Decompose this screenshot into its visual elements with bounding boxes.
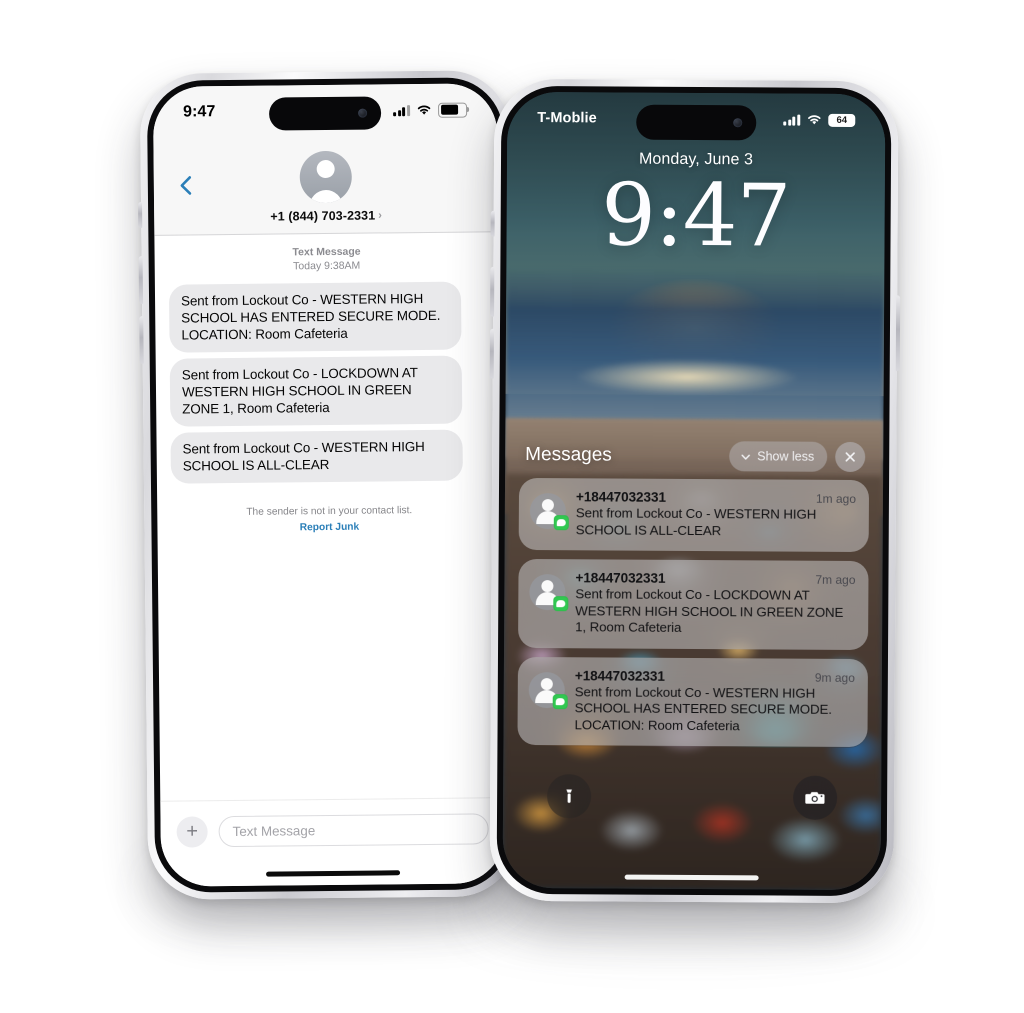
front-camera-icon-right (733, 118, 743, 128)
lock-screen-clock: 9:47 (600, 165, 791, 267)
message-bubble[interactable]: Sent from Lockout Co - WESTERN HIGH SCHO… (170, 429, 463, 484)
show-less-label: Show less (757, 449, 815, 464)
dynamic-island-right (636, 104, 757, 141)
junk-note: The sender is not in your contact list. (246, 505, 413, 518)
report-junk-link[interactable]: Report Junk (171, 520, 487, 534)
lock-screen: T-Moblie 64 Monday, June 3 9:47 Messages… (502, 91, 886, 891)
plus-icon[interactable]: + (176, 816, 208, 848)
wifi-icon-right (806, 114, 822, 126)
notification-item[interactable]: +18447032331 1m ago Sent from Lockout Co… (518, 477, 870, 553)
contact-avatar-icon (528, 671, 568, 709)
notification-sender: +18447032331 (575, 570, 666, 586)
notification-group-title: Messages (525, 443, 612, 466)
notification-time: 7m ago (815, 572, 856, 587)
dynamic-island (268, 96, 382, 131)
carrier-label: T-Moblie (537, 110, 597, 127)
power-button-right[interactable] (895, 295, 901, 372)
contact-avatar-icon (529, 573, 569, 612)
flashlight-icon[interactable] (546, 774, 592, 819)
contact-name[interactable]: +1 (844) 703-2331 › (270, 208, 383, 224)
notification-text: Sent from Lockout Co - LOCKDOWN AT WESTE… (575, 586, 844, 635)
chevron-right-icon: › (378, 209, 383, 222)
front-camera-icon (358, 108, 368, 118)
notification-text: Sent from Lockout Co - WESTERN HIGH SCHO… (574, 683, 832, 733)
notification-text: Sent from Lockout Co - WESTERN HIGH SCHO… (575, 505, 817, 538)
show-less-button[interactable]: Show less (729, 441, 828, 472)
battery-icon (437, 102, 470, 118)
message-bubble[interactable]: Sent from Lockout Co - LOCKDOWN AT WESTE… (169, 355, 463, 427)
battery-percent-badge: 64 (828, 113, 856, 127)
contact-avatar-icon (529, 492, 569, 531)
message-bubble[interactable]: Sent from Lockout Co - WESTERN HIGH SCHO… (168, 281, 462, 353)
volume-up-button-right[interactable] (490, 266, 495, 317)
message-input[interactable]: Text Message (218, 813, 489, 848)
notification-item[interactable]: +18447032331 9m ago Sent from Lockout Co… (517, 656, 868, 748)
volume-up-button[interactable] (138, 255, 144, 304)
chevron-down-icon (739, 450, 752, 463)
right-phone-device: T-Moblie 64 Monday, June 3 9:47 Messages… (489, 78, 901, 904)
message-thread[interactable]: Text Message Today 9:38AM Sent from Lock… (154, 231, 504, 801)
right-phone-bezel: T-Moblie 64 Monday, June 3 9:47 Messages… (496, 85, 892, 897)
messages-app-badge-icon (553, 515, 569, 531)
notification-item[interactable]: +18447032331 7m ago Sent from Lockout Co… (518, 558, 869, 650)
wifi-icon (416, 104, 432, 116)
left-phone-bezel: 9:47 +1 (844) 703-2331 › Text Message To… (146, 77, 512, 893)
notification-group-header: Messages Show less (525, 440, 866, 473)
close-x-icon[interactable] (835, 441, 866, 473)
notification-time: 9m ago (814, 670, 855, 685)
camera-icon[interactable] (792, 775, 838, 820)
silent-switch-right[interactable] (490, 210, 495, 237)
message-input-placeholder: Text Message (232, 823, 316, 840)
messages-screen: 9:47 +1 (844) 703-2331 › Text Message To… (152, 83, 506, 887)
notification-sender: +18447032331 (574, 667, 665, 684)
notification-sender: +18447032331 (575, 489, 666, 505)
notification-list: +18447032331 1m ago Sent from Lockout Co… (517, 477, 870, 756)
cellular-bars-icon-right (783, 114, 801, 126)
contact-block[interactable]: +1 (844) 703-2331 › (154, 149, 499, 225)
left-phone-device: 9:47 +1 (844) 703-2331 › Text Message To… (138, 70, 519, 900)
messages-app-badge-icon (553, 596, 569, 612)
home-indicator-right[interactable] (624, 874, 759, 881)
thread-meta: Text Message Today 9:38AM (168, 231, 485, 284)
contact-name-text: +1 (844) 703-2331 (270, 208, 376, 224)
volume-down-button[interactable] (139, 315, 144, 364)
scene-canvas: 9:47 +1 (844) 703-2331 › Text Message To… (0, 0, 1024, 1013)
contact-avatar-icon (299, 150, 353, 204)
thread-timestamp: Today 9:38AM (293, 259, 361, 273)
status-bar-time: 9:47 (182, 103, 216, 121)
notification-time: 1m ago (815, 491, 856, 506)
silent-switch[interactable] (138, 201, 143, 228)
messages-app-badge-icon (552, 693, 568, 709)
volume-down-button-right[interactable] (489, 328, 494, 379)
cellular-bars-icon (393, 104, 411, 116)
